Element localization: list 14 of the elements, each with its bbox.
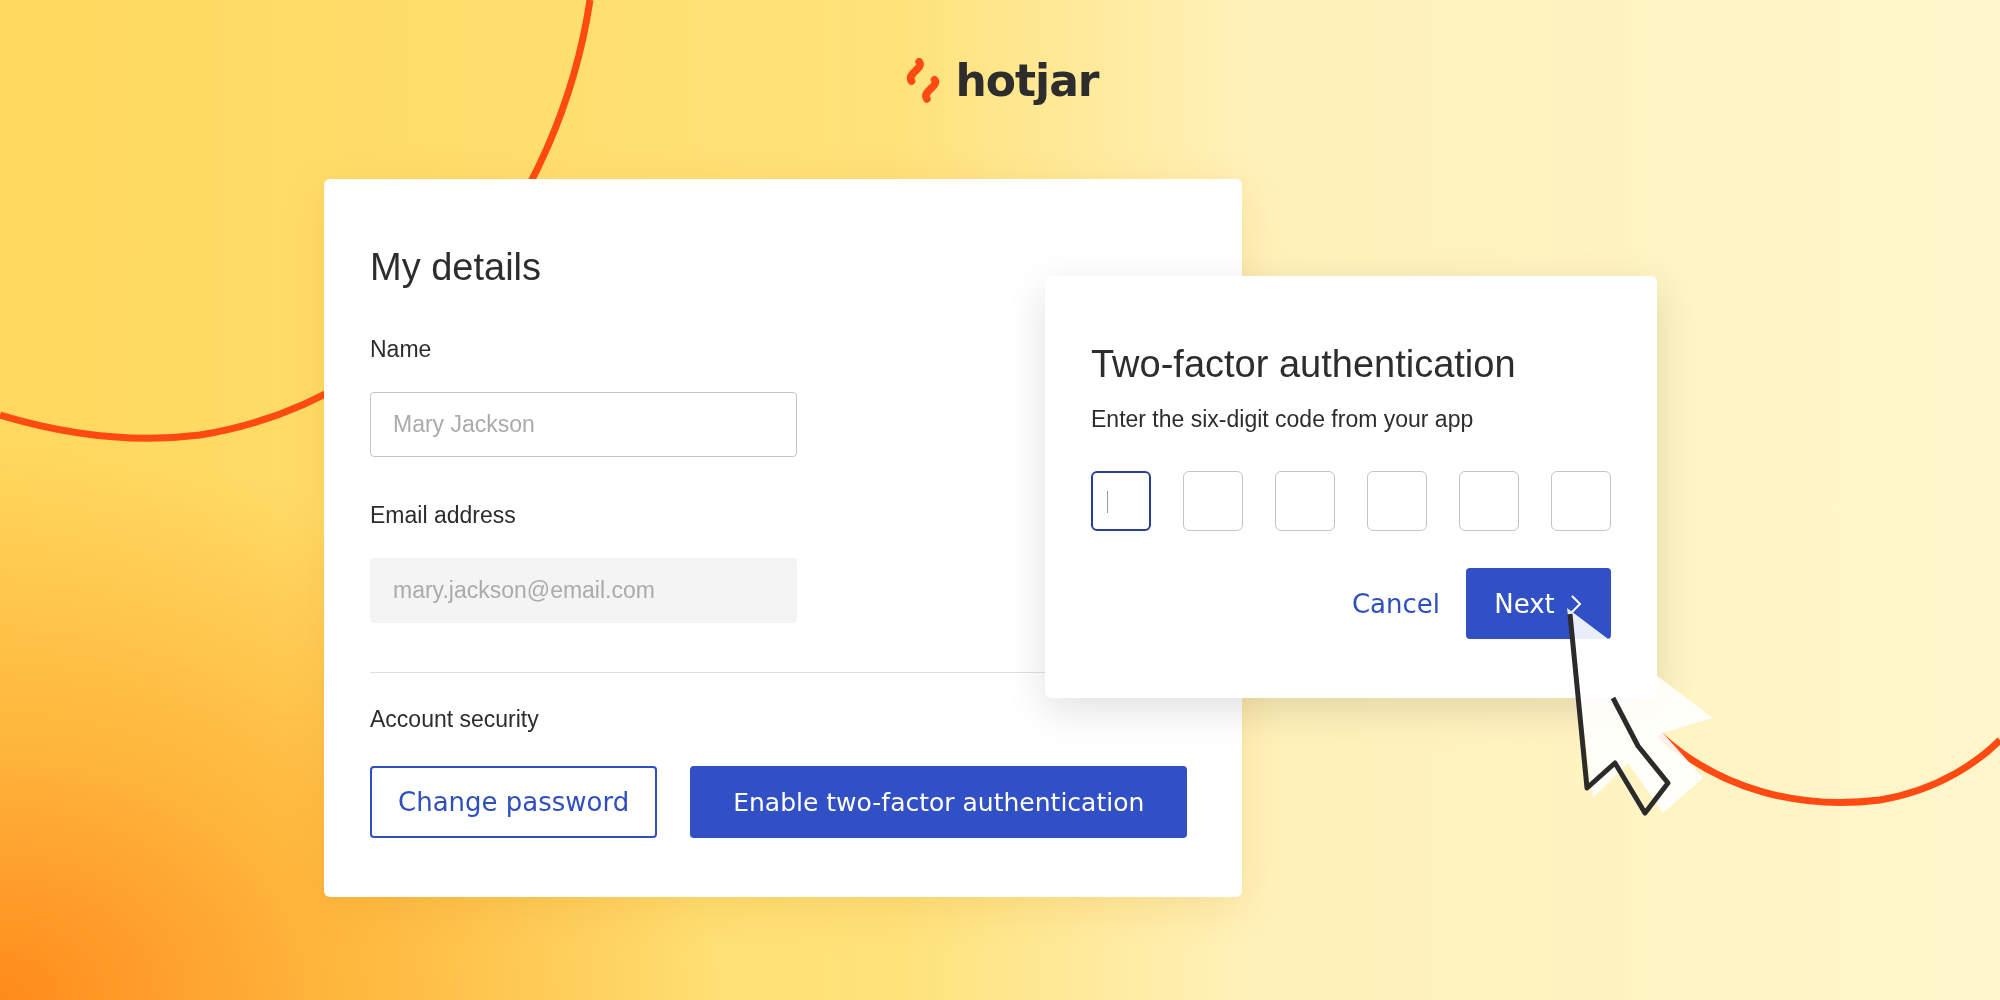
input-field[interactable]: Mary Jackson xyxy=(370,391,797,457)
logo-text: hotjar xyxy=(955,59,1099,103)
field-label: Email address xyxy=(370,502,517,529)
chevron-icon xyxy=(1568,592,1583,615)
cancel-button[interactable]: Cancel xyxy=(1351,588,1440,619)
section-title: Account security xyxy=(370,707,540,733)
digit-field[interactable] xyxy=(1091,471,1151,532)
field-label: Name xyxy=(370,336,433,362)
card-title: My details xyxy=(370,245,543,290)
instruction-text: Enter the six-digit code from your app xyxy=(1091,405,1475,434)
enable-button[interactable]: Enable two-factor authentication xyxy=(690,766,1188,839)
next-button[interactable]: Next xyxy=(1466,568,1611,640)
dialog-title: Two-factor authentication xyxy=(1091,344,1517,386)
change-password-button[interactable]: Change password xyxy=(370,766,658,839)
